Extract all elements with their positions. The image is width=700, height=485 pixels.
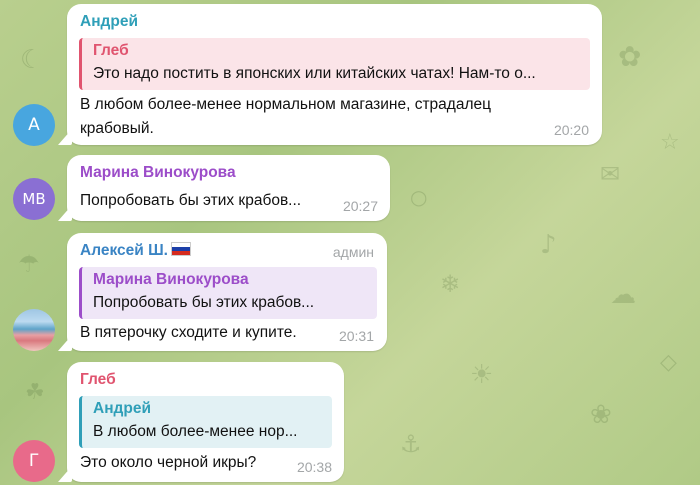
message-gleb[interactable]: Г Глеб Андрей В любом более-менее нор...… xyxy=(0,355,700,485)
message-time: 20:27 xyxy=(342,198,378,214)
message-text-line: крабовый. xyxy=(80,120,154,137)
message-text: Попробовать бы этих крабов... xyxy=(80,189,301,213)
message-time: 20:31 xyxy=(338,328,374,344)
reply-text: Это надо постить в японских или китайски… xyxy=(93,65,536,82)
avatar-initials: МВ xyxy=(22,190,46,208)
message-bubble[interactable]: Марина Винокурова Попробовать бы этих кр… xyxy=(67,155,390,221)
avatar[interactable]: А xyxy=(13,104,55,146)
russia-flag-icon xyxy=(170,242,191,256)
message-text: В пятерочку сходите и купите. xyxy=(80,321,297,345)
message-text: Это около черной икры? xyxy=(80,451,256,475)
message-bubble[interactable]: Андрей Глеб Это надо постить в японских … xyxy=(67,4,602,145)
sender-name[interactable]: Андрей xyxy=(80,13,138,31)
reply-text: В любом более-менее нор... xyxy=(93,423,298,440)
message-text: В любом более-менее нормальном магазине,… xyxy=(80,93,491,141)
reply-quote[interactable]: Марина Винокурова Попробовать бы этих кр… xyxy=(79,267,377,319)
reply-quote[interactable]: Андрей В любом более-менее нор... xyxy=(79,396,332,448)
message-aleksey[interactable]: Алексей Ш. админ Марина Винокурова Попро… xyxy=(0,225,700,355)
message-andrey[interactable]: А Андрей Глеб Это надо постить в японски… xyxy=(0,0,700,150)
reply-author: Андрей xyxy=(93,400,152,417)
message-marina[interactable]: МВ Марина Винокурова Попробовать бы этих… xyxy=(0,150,700,225)
sender-name[interactable]: Алексей Ш. xyxy=(80,242,191,260)
message-time: 20:38 xyxy=(296,459,332,475)
avatar[interactable]: МВ xyxy=(13,178,55,220)
message-text-line: Попробовать бы этих крабов... xyxy=(80,192,302,209)
message-time: 20:20 xyxy=(553,122,589,138)
avatar-initials: Г xyxy=(28,451,40,471)
admin-badge: админ xyxy=(332,244,374,260)
avatar[interactable] xyxy=(13,309,55,351)
sender-name[interactable]: Глеб xyxy=(80,371,116,389)
message-bubble[interactable]: Глеб Андрей В любом более-менее нор... Э… xyxy=(67,362,344,482)
reply-author: Марина Винокурова xyxy=(93,271,249,288)
reply-author: Глеб xyxy=(93,42,129,59)
message-bubble[interactable]: Алексей Ш. админ Марина Винокурова Попро… xyxy=(67,233,387,351)
sender-name-text: Алексей Ш. xyxy=(80,242,168,259)
message-text-line: Это около черной икры? xyxy=(80,454,257,471)
message-text-line: В любом более-менее нормальном магазине,… xyxy=(80,96,491,113)
reply-quote[interactable]: Глеб Это надо постить в японских или кит… xyxy=(79,38,590,90)
avatar[interactable]: Г xyxy=(13,440,55,482)
sender-name[interactable]: Марина Винокурова xyxy=(80,164,236,182)
avatar-initials: А xyxy=(28,115,40,135)
message-text-line: В пятерочку сходите и купите. xyxy=(80,324,297,341)
reply-text: Попробовать бы этих крабов... xyxy=(93,294,315,311)
